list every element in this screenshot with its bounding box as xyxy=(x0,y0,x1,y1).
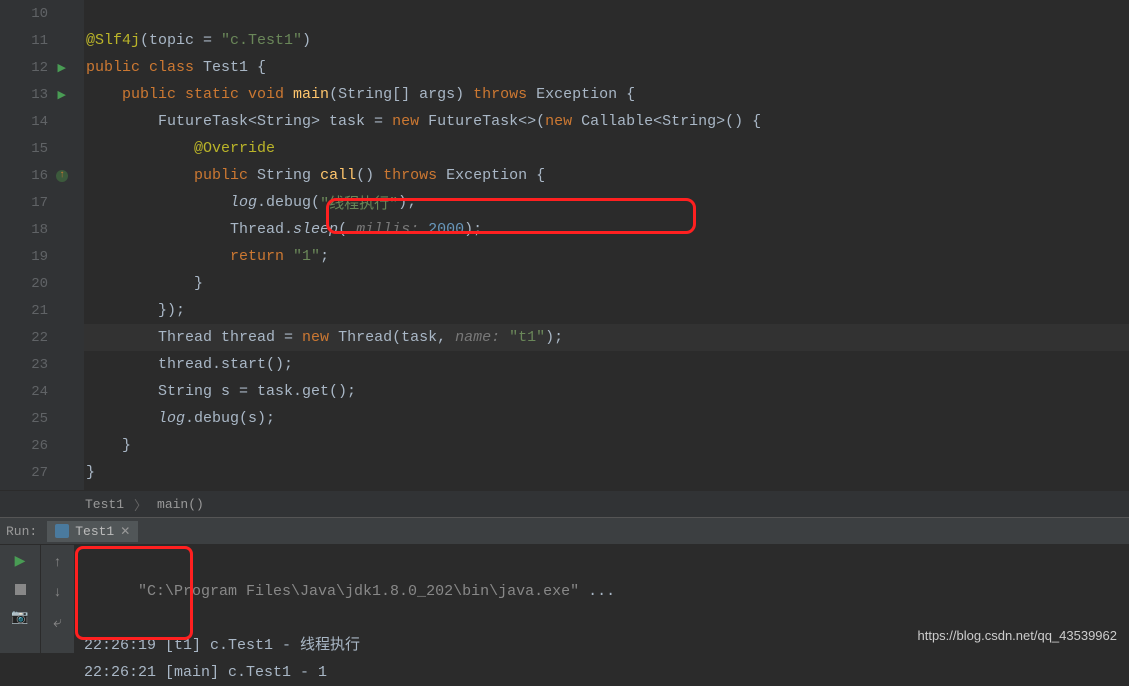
stop-icon[interactable] xyxy=(12,581,28,597)
code-line[interactable]: log.debug(s); xyxy=(84,405,1129,432)
run-label: Run: xyxy=(6,524,37,539)
close-icon[interactable]: ✕ xyxy=(120,524,130,539)
line-number: 16 xyxy=(31,168,48,184)
line-number: 14 xyxy=(31,114,48,130)
code-line[interactable]: public static void main(String[] args) t… xyxy=(84,81,1129,108)
gutter-row[interactable]: 10 xyxy=(0,0,70,27)
code-line[interactable]: Thread thread = new Thread(task, name: "… xyxy=(84,324,1129,351)
arrow-down-icon[interactable]: ↓ xyxy=(50,585,66,601)
line-number: 11 xyxy=(31,33,48,49)
code-line[interactable]: return "1"; xyxy=(84,243,1129,270)
editor-area: 101112▶13▶141516↑1718192021222324252627 … xyxy=(0,0,1129,490)
code-line[interactable]: FutureTask<String> task = new FutureTask… xyxy=(84,108,1129,135)
gutter-row[interactable]: 20 xyxy=(0,270,70,297)
code-line[interactable]: }); xyxy=(84,297,1129,324)
line-number: 24 xyxy=(31,384,48,400)
code-area[interactable]: @Slf4j(topic = "c.Test1")public class Te… xyxy=(84,0,1129,490)
gutter-row[interactable]: 15 xyxy=(0,135,70,162)
rerun-icon[interactable]: ▶ xyxy=(12,553,28,569)
console-toolbar-nav: ↑ ↓ ⤶ xyxy=(40,545,74,653)
gutter-row[interactable]: 24 xyxy=(0,378,70,405)
gutter-row[interactable]: 14 xyxy=(0,108,70,135)
run-tab-label: Test1 xyxy=(75,524,114,539)
line-number: 25 xyxy=(31,411,48,427)
breadcrumb-method[interactable]: main() xyxy=(157,497,204,512)
breadcrumb-class[interactable]: Test1 xyxy=(85,497,124,512)
soft-wrap-icon[interactable]: ⤶ xyxy=(50,615,66,631)
gutter-row[interactable]: 11 xyxy=(0,27,70,54)
code-line[interactable]: public class Test1 { xyxy=(84,54,1129,81)
run-gutter-icon[interactable]: ▶ xyxy=(58,61,66,75)
console-toolbar-left: ▶ 📷 xyxy=(0,545,40,653)
gutter-row[interactable]: 25 xyxy=(0,405,70,432)
gutter-row[interactable]: 23 xyxy=(0,351,70,378)
line-number: 23 xyxy=(31,357,48,373)
arrow-up-icon[interactable]: ↑ xyxy=(50,555,66,571)
line-number: 19 xyxy=(31,249,48,265)
line-gutter: 10 11 12 ▶ 13 ▶ 14 15 16 ↑ 17 18 19 20 21 22 23 24 25 26 27 xyxy=(0,0,70,490)
code-line[interactable]: } xyxy=(84,459,1129,486)
gutter-row[interactable]: 26 xyxy=(0,432,70,459)
console-line: "C:\Program Files\Java\jdk1.8.0_202\bin\… xyxy=(84,551,1119,632)
override-gutter-icon[interactable]: ↑ xyxy=(56,170,68,182)
breadcrumb-separator: 〉 xyxy=(134,495,147,514)
camera-icon[interactable]: 📷 xyxy=(12,609,28,625)
code-line[interactable]: public String call() throws Exception { xyxy=(84,162,1129,189)
line-number: 21 xyxy=(31,303,48,319)
line-number: 26 xyxy=(31,438,48,454)
line-number: 18 xyxy=(31,222,48,238)
code-line[interactable]: String s = task.get(); xyxy=(84,378,1129,405)
gutter-row[interactable]: 27 xyxy=(0,459,70,486)
app-icon xyxy=(55,524,69,538)
line-number: 13 xyxy=(31,87,48,103)
gutter-row[interactable]: 16 ↑ xyxy=(0,162,70,189)
watermark: https://blog.csdn.net/qq_43539962 xyxy=(918,628,1118,643)
gutter-row[interactable]: 12 ▶ xyxy=(0,54,70,81)
fold-column xyxy=(70,0,84,490)
line-number: 17 xyxy=(31,195,48,211)
code-line[interactable]: } xyxy=(84,432,1129,459)
gutter-row[interactable]: 19 xyxy=(0,243,70,270)
code-line[interactable]: log.debug("线程执行"); xyxy=(84,189,1129,216)
line-number: 20 xyxy=(31,276,48,292)
code-line[interactable]: @Override xyxy=(84,135,1129,162)
code-line[interactable]: Thread.sleep( millis: 2000); xyxy=(84,216,1129,243)
console-line: 22:26:21 [main] c.Test1 - 1 xyxy=(84,659,1119,686)
gutter-row[interactable]: 21 xyxy=(0,297,70,324)
line-number: 10 xyxy=(31,6,48,22)
run-panel-header: Run: Test1 ✕ xyxy=(0,517,1129,545)
code-line[interactable]: } xyxy=(84,270,1129,297)
code-line[interactable]: @Slf4j(topic = "c.Test1") xyxy=(84,27,1129,54)
line-number: 27 xyxy=(31,465,48,481)
gutter-row[interactable]: 13 ▶ xyxy=(0,81,70,108)
breadcrumb[interactable]: Test1 〉 main() xyxy=(0,490,1129,517)
line-number: 22 xyxy=(31,330,48,346)
code-line[interactable]: thread.start(); xyxy=(84,351,1129,378)
run-tab[interactable]: Test1 ✕ xyxy=(47,521,138,542)
run-gutter-icon[interactable]: ▶ xyxy=(58,88,66,102)
gutter-row[interactable]: 17 xyxy=(0,189,70,216)
code-line[interactable] xyxy=(84,0,1129,27)
gutter-row[interactable]: 18 xyxy=(0,216,70,243)
line-number: 12 xyxy=(31,60,48,76)
line-number: 15 xyxy=(31,141,48,157)
gutter-row[interactable]: 22 xyxy=(0,324,70,351)
